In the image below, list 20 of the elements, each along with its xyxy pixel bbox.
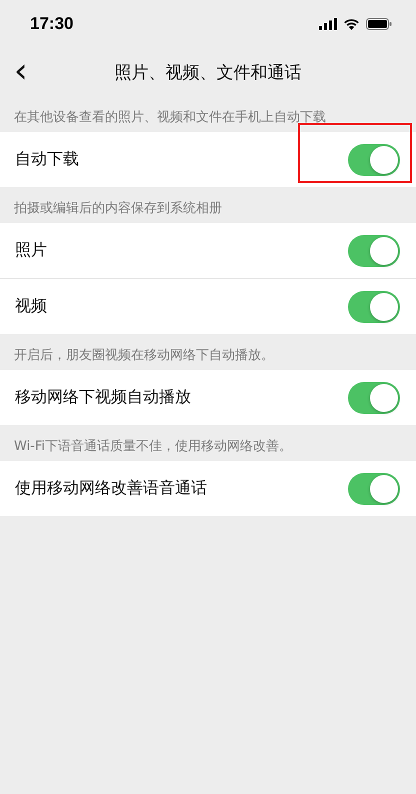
setting-label: 自动下载 bbox=[15, 149, 79, 170]
section-header: 在其他设备查看的照片、视频和文件在手机上自动下载 bbox=[13, 109, 327, 127]
setting-label: 视频 bbox=[15, 296, 47, 317]
section-header: 开启后，朋友圈视频在移动网络下自动播放。 bbox=[13, 347, 275, 365]
setting-label: 使用移动网络改善语音通话 bbox=[15, 478, 207, 499]
signal-icon bbox=[319, 18, 337, 30]
toggle-switch[interactable] bbox=[348, 144, 400, 176]
section-header: Wi-Fi下语音通话质量不佳，使用移动网络改善。 bbox=[13, 438, 294, 456]
setting-label: 照片 bbox=[15, 240, 47, 261]
setting-label: 移动网络下视频自动播放 bbox=[15, 387, 191, 408]
page-title: 照片、视频、文件和通话 bbox=[114, 62, 302, 84]
back-button[interactable]: ‹ bbox=[10, 54, 32, 88]
toggle-switch[interactable] bbox=[348, 472, 400, 504]
battery-icon bbox=[366, 18, 392, 30]
wifi-icon bbox=[343, 18, 360, 30]
toggle-switch[interactable] bbox=[348, 234, 400, 266]
status-time: 17:30 bbox=[30, 14, 74, 34]
toggle-switch[interactable] bbox=[348, 290, 400, 322]
toggle-switch[interactable] bbox=[348, 382, 400, 414]
section-header: 拍摄或编辑后的内容保存到系统相册 bbox=[13, 200, 223, 218]
